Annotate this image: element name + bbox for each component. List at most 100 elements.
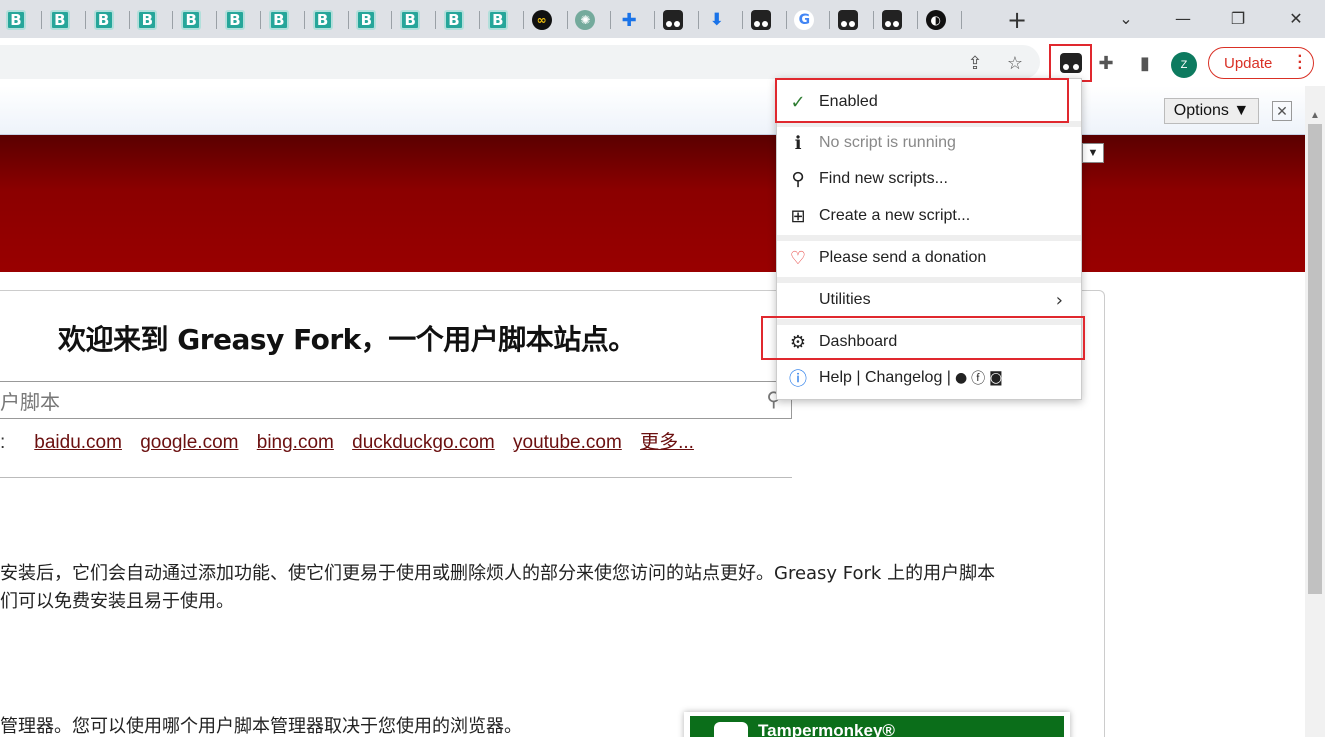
bilibili-icon: B [444,10,464,30]
bilibili-icon: B [268,10,289,30]
menu-item-utilities[interactable]: Utilities › [777,283,1081,317]
browser-tab[interactable]: ✚ [607,7,651,33]
site-link-duckduckgo[interactable]: duckduckgo.com [352,432,495,453]
menu-item-find-scripts[interactable]: ⚲ Find new scripts... [777,162,1081,196]
tampermonkey-card-title: Tampermonkey® [758,721,895,737]
menu-item-donation-label: Please send a donation [819,249,987,266]
menu-item-help-label: Help | Changelog | [819,369,951,386]
script-info-icon: ℹ [794,132,802,154]
browser-tab[interactable]: B [432,7,476,33]
github-icon[interactable]: ● [955,370,967,386]
search-placeholder: 户脚本 [0,389,60,414]
menu-item-create-script[interactable]: ⊞ Create a new script... [777,199,1081,233]
divider [0,477,792,478]
browser-tab[interactable] [870,7,914,33]
bilibili-icon: B [356,10,377,30]
tampermonkey-card-banner: Tampermonkey® [690,716,1064,737]
browser-tab[interactable]: ✺ [563,7,607,33]
browser-tab[interactable]: B [0,7,38,33]
menu-item-no-script: ℹ No script is running [777,126,1081,160]
browser-tab[interactable]: B [125,7,169,33]
site-link-bing[interactable]: bing.com [257,432,334,453]
tampermonkey-icon [1059,53,1082,73]
extension-icon: ✚ [621,9,637,31]
menu-item-find-scripts-label: Find new scripts... [819,170,948,187]
new-tab-button[interactable]: + [1003,6,1031,34]
search-input[interactable]: 户脚本 ⚲ [0,381,792,419]
page-scrollbar[interactable]: ▲ [1305,86,1325,737]
site-links-prefix: : [0,432,6,453]
browser-tab[interactable]: B [257,7,301,33]
browser-toolbar: ⇪ ☆ ✚ ▮ Z Update · · · [0,38,1325,86]
bilibili-icon: B [6,10,26,30]
browser-tab[interactable]: ⬇ [695,7,739,33]
intro-line-2: 们可以免费安装且易于使用。 [0,591,234,612]
site-link-youtube[interactable]: youtube.com [513,432,622,453]
instagram-icon[interactable]: ◙ [989,370,1003,386]
enabled-highlight-box [775,78,1069,123]
browser-tab[interactable]: B [344,7,388,33]
browser-tab[interactable] [826,7,870,33]
search-icon: ⚲ [791,168,805,190]
close-window-button[interactable]: ✕ [1268,4,1324,32]
options-button[interactable]: Options ▼ [1164,98,1259,124]
close-translate-button[interactable]: ✕ [1272,101,1292,121]
facebook-icon[interactable]: ⓕ [971,368,985,388]
browser-tab[interactable]: B [82,7,126,33]
browser-tab[interactable]: B [213,7,257,33]
browser-tab[interactable]: B [301,7,345,33]
browser-tab[interactable]: B [169,7,213,33]
share-icon[interactable]: ⇪ [960,48,990,78]
side-panel-icon[interactable]: ▮ [1130,48,1160,78]
menu-item-utilities-label: Utilities [819,291,871,308]
scroll-thumb[interactable] [1308,124,1322,594]
browser-tab[interactable]: B [38,7,82,33]
add-square-icon: ⊞ [790,205,806,227]
tab-search-chevron-icon[interactable]: ⌄ [1098,4,1154,32]
translate-bar: Options ▼ ✕ [0,86,1305,135]
browser-tab[interactable] [651,7,695,33]
bookmark-star-icon[interactable]: ☆ [1000,48,1030,78]
tampermonkey-card[interactable]: Tampermonkey® [684,712,1070,737]
tampermonkey-icon [882,10,902,30]
language-select[interactable]: ▼ [1082,143,1104,163]
bilibili-icon: B [487,10,508,30]
menu-item-donation[interactable]: ♡ Please send a donation [777,241,1081,275]
address-bar[interactable] [0,45,1040,79]
info-icon: ⓘ [789,369,807,390]
site-link-google[interactable]: google.com [140,432,238,453]
tampermonkey-icon [663,10,683,30]
manager-paragraph: 管理器。您可以使用哪个用户脚本管理器取决于您使用的浏览器。 [0,716,522,737]
restore-button[interactable]: ❐ [1210,4,1266,32]
infinity-icon: ∞ [531,10,552,30]
bilibili-icon: B [181,10,202,30]
extensions-puzzle-icon[interactable]: ✚ [1091,48,1121,78]
openai-icon: ✺ [575,10,596,30]
more-menu-icon[interactable]: · · · [1298,49,1303,77]
menu-item-create-script-label: Create a new script... [819,207,971,224]
tampermonkey-icon [838,10,859,30]
bilibili-icon: B [400,10,421,30]
update-button[interactable]: Update · · · [1208,47,1314,79]
browser-tab[interactable]: B [388,7,432,33]
intro-paragraph: 安装后，它们会自动通过添加功能、使它们更易于使用或删除烦人的部分来使您访问的站点… [0,560,1085,616]
site-header: ▼ [0,135,1305,272]
scroll-up-icon[interactable]: ▲ [1310,110,1320,121]
browser-tab[interactable] [739,7,783,33]
site-link-baidu[interactable]: baidu.com [34,432,122,453]
browser-tab[interactable]: ◐ [914,7,958,33]
menu-item-help[interactable]: ⓘ Help | Changelog | ● ⓕ ◙ [777,361,1081,395]
browser-tab[interactable]: G [782,7,826,33]
profile-avatar[interactable]: Z [1171,52,1197,78]
tampermonkey-extension-button[interactable] [1049,44,1092,82]
browser-tab[interactable]: ∞ [520,7,564,33]
dashboard-highlight-box [761,316,1085,360]
intro-line-1: 安装后，它们会自动通过添加功能、使它们更易于使用或删除烦人的部分来使您访问的站点… [0,563,996,584]
minimize-button[interactable]: — [1155,4,1211,32]
site-link-more[interactable]: 更多... [640,432,694,453]
page-title: 欢迎来到 Greasy Fork，一个用户脚本站点。 [58,323,636,356]
update-label: Update [1224,54,1273,72]
tab-strip: + ⌄ — ❐ ✕ B B B B B B B B B B B B ∞ ✺ ✚ ⬇ G ◐ [0,0,1325,38]
browser-tab[interactable]: B [476,7,520,33]
download-icon: ⬇ [709,10,724,30]
